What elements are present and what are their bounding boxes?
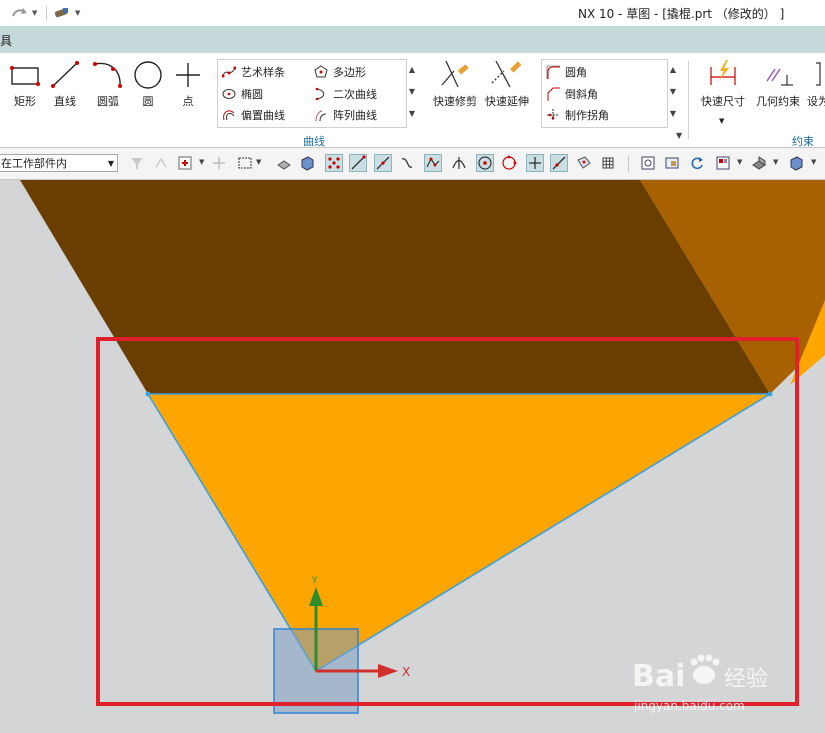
offset-curve-icon [222, 108, 236, 122]
y-axis-label: Y [311, 576, 318, 586]
rapid-dimension-icon [710, 60, 736, 85]
curve-gallery-scroll[interactable]: ▲ ▼ ▼ [407, 59, 417, 126]
studio-spline-icon [222, 65, 236, 79]
geometric-constraint-button[interactable]: 几何约束 [752, 59, 804, 119]
point-button[interactable]: 点 [163, 59, 213, 119]
offset-curve-item[interactable]: 偏置曲线 [222, 106, 285, 124]
shaded-view-icon[interactable] [787, 154, 805, 172]
quick-extend-icon [491, 60, 522, 88]
corner-gallery-scroll[interactable]: ▲ ▼ ▼ [668, 59, 678, 126]
baidu-watermark: Bai 经验 jingyan.baidu.com [628, 650, 825, 730]
snap-point-icon[interactable] [176, 154, 194, 172]
move-icon[interactable] [210, 154, 228, 172]
menu-item-tools[interactable]: 具 [0, 32, 12, 49]
fillet-icon [546, 65, 560, 79]
snap-control-point-icon[interactable] [424, 154, 442, 172]
watermark-url: jingyan.baidu.com [633, 699, 745, 713]
pattern-curve-icon [314, 108, 328, 122]
pattern-curve-item[interactable]: 阵列曲线 [314, 106, 377, 124]
snap-endpoints-icon[interactable] [325, 154, 343, 172]
chamfer-icon [546, 87, 560, 101]
title-bar: ▼ ▼ NX 10 - 草图 - [撬棍.prt （修改的） ] [0, 0, 825, 27]
snap-point-on-face-icon[interactable] [575, 154, 593, 172]
studio-spline-item[interactable]: 艺术样条 [222, 63, 285, 81]
rapid-dimension-button[interactable]: 快速尺寸 ▼ [697, 59, 749, 125]
selection-toolbar: 在工作部件内 ▼ ▼ ▼ ▼ ▼ ▼ [0, 148, 825, 180]
conic-item[interactable]: 二次曲线 [314, 85, 377, 103]
snap-midpoint-icon[interactable] [374, 154, 392, 172]
snap-line-icon[interactable] [349, 154, 367, 172]
curve-group-label: 曲线 [303, 135, 325, 148]
touch-mode-icon [54, 8, 68, 18]
orient-view-icon[interactable] [663, 154, 681, 172]
filter-icon[interactable] [128, 154, 146, 172]
corner-gallery: 圆角 倒斜角 制作拐角 [541, 59, 668, 128]
sketch-vertex-right[interactable] [767, 391, 773, 397]
snap-existing-point-icon[interactable] [526, 154, 544, 172]
layout-icon[interactable] [714, 154, 732, 172]
constraint-group-label: 约束 [792, 135, 814, 148]
select-face-icon[interactable] [152, 154, 170, 172]
circle-icon [134, 61, 162, 89]
geometric-constraint-icon [766, 68, 793, 86]
make-corner-icon [546, 108, 560, 122]
make-corner-item[interactable]: 制作拐角 [546, 106, 609, 124]
quick-access-touch-mode[interactable]: ▼ [52, 4, 80, 22]
quick-trim-icon [441, 60, 469, 88]
arc-icon [93, 62, 122, 88]
selection-scope-dropdown[interactable]: 在工作部件内 ▼ [0, 154, 118, 172]
sketch-vertex-left[interactable] [145, 391, 151, 397]
refresh-icon[interactable] [688, 154, 706, 172]
ellipse-icon [222, 87, 236, 101]
curve-group-expand[interactable]: ▼ [676, 131, 682, 140]
model-dark-face [20, 180, 770, 394]
ribbon: 矩形 直线 圆弧 圆 点 艺术样条 多边形 椭圆 二次曲线 偏置曲线 阵列曲线 … [0, 53, 825, 148]
snap-arc-center-icon[interactable] [476, 154, 494, 172]
rectangle-select-icon[interactable] [236, 154, 254, 172]
snap-tangent-icon[interactable] [398, 154, 416, 172]
paw-icon [690, 654, 720, 684]
snap-quadrant-icon[interactable] [500, 154, 518, 172]
render-style-icon[interactable] [750, 154, 768, 172]
rectangle-icon [10, 66, 40, 86]
window-title: NX 10 - 草图 - [撬棍.prt （修改的） ] [578, 7, 785, 21]
grid-snap-icon[interactable] [599, 154, 617, 172]
set-as-symmetric-icon [816, 62, 821, 86]
fillet-item[interactable]: 圆角 [546, 63, 587, 81]
chamfer-item[interactable]: 倒斜角 [546, 85, 598, 103]
conic-icon [314, 87, 328, 101]
watermark-brand: Bai [632, 659, 685, 694]
quick-access-redo[interactable]: ▼ [10, 4, 37, 22]
select-body-icon[interactable] [275, 154, 293, 172]
ellipse-item[interactable]: 椭圆 [222, 85, 263, 103]
chevron-down-icon: ▼ [107, 159, 114, 168]
redo-icon [12, 8, 27, 17]
x-axis-label: X [402, 665, 410, 679]
watermark-brand-suffix: 经验 [724, 667, 768, 692]
snap-point-on-curve-icon[interactable] [550, 154, 568, 172]
snap-intersection-icon[interactable] [450, 154, 468, 172]
quick-trim-button[interactable]: 快速修剪 [429, 59, 481, 119]
quick-extend-button[interactable]: 快速延伸 [481, 59, 533, 119]
polygon-item[interactable]: 多边形 [314, 63, 366, 81]
curve-gallery: 艺术样条 多边形 椭圆 二次曲线 偏置曲线 阵列曲线 [217, 59, 407, 128]
point-icon [176, 63, 200, 87]
zoom-fit-icon[interactable] [639, 154, 657, 172]
line-icon [51, 61, 79, 88]
polygon-icon [314, 65, 328, 79]
menu-strip: 具 [0, 26, 825, 53]
select-solid-icon[interactable] [298, 154, 316, 172]
set-as-symmetric-button[interactable]: 设为 [804, 59, 825, 119]
